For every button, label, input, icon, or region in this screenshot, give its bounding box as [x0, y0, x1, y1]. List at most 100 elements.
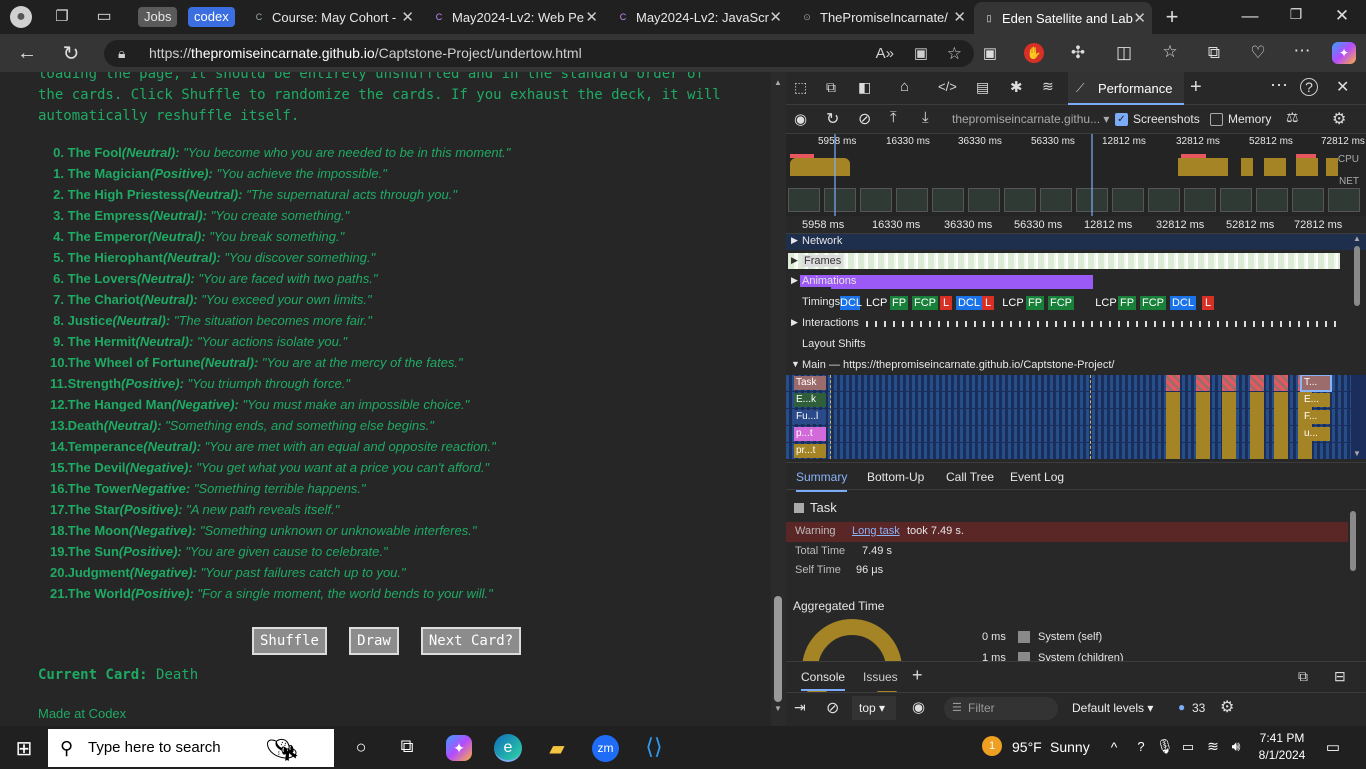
media-icon[interactable]: ▣ — [980, 44, 1000, 62]
volume-icon[interactable]: 🔊︎ — [1226, 738, 1246, 755]
timing-marker[interactable]: FCP — [1140, 296, 1166, 310]
log-levels-select[interactable]: Default levels ▾ — [1072, 701, 1153, 715]
toggle-sidebar-icon[interactable]: ◧ — [858, 79, 871, 96]
tab-github-repo[interactable]: ⊙ ThePromiseIncarnate/ ✕ — [792, 4, 972, 30]
vscode-icon[interactable]: ⟨⟩ — [640, 734, 668, 760]
zoom-icon[interactable]: zm — [592, 735, 619, 762]
shuffle-button[interactable]: Shuffle — [252, 627, 327, 655]
selection-right-handle[interactable] — [1091, 134, 1093, 216]
tab-eden-satellite[interactable]: ▯ Eden Satellite and Lab ✕ — [974, 2, 1152, 34]
selected-flame-entry[interactable]: E... — [1302, 393, 1330, 407]
clear-icon[interactable]: ⊘ — [858, 109, 871, 129]
back-icon[interactable]: ← — [16, 42, 38, 65]
selected-flame-entry[interactable]: T... — [1300, 375, 1332, 392]
welcome-home-icon[interactable]: ⌂ — [900, 78, 909, 95]
track-expand-icon[interactable]: ▶ — [791, 275, 798, 286]
screenshots-checkbox[interactable]: ✓ — [1115, 113, 1128, 126]
timing-marker[interactable]: DCL — [956, 296, 982, 310]
flame-entry-label[interactable]: Task — [794, 376, 826, 390]
clear-console-icon[interactable]: ⊘ — [826, 698, 839, 718]
capture-settings-icon[interactable]: ⚙ — [1332, 109, 1346, 129]
new-tab-icon[interactable]: + — [1162, 4, 1182, 30]
tab-course[interactable]: C Course: May Cohort - ✕ — [240, 4, 420, 30]
main-flame-chart[interactable]: Task E...k Fu...l p...t pr...t T... E... F... u.… — [786, 375, 1366, 459]
long-task-block[interactable] — [1274, 392, 1288, 459]
copilot-taskbar-icon[interactable]: ✦ — [446, 735, 472, 761]
flame-entry-label[interactable]: pr...t — [794, 444, 826, 458]
track-collapse-icon[interactable]: ▼ — [791, 359, 800, 369]
long-task-block[interactable] — [1196, 392, 1210, 459]
selected-flame-entry[interactable]: F... — [1302, 410, 1330, 424]
inspect-element-icon[interactable]: ⬚ — [794, 79, 807, 96]
close-window-icon[interactable]: ✕ — [1332, 6, 1352, 26]
console-settings-icon[interactable]: ⚙ — [1220, 697, 1234, 717]
split-screen-icon[interactable]: ◫ — [1114, 43, 1134, 63]
track-expand-icon[interactable]: ▶ — [791, 255, 798, 266]
track-network[interactable]: ▶ Network — [786, 234, 1366, 250]
track-layout-shifts[interactable]: Layout Shifts — [786, 336, 1366, 354]
timing-marker[interactable]: FP — [1118, 296, 1136, 310]
address-input[interactable]: 🔒︎ https://thepromiseincarnate.github.io… — [104, 40, 974, 67]
scroll-down-icon[interactable]: ▼ — [774, 704, 782, 713]
flame-entry-label[interactable]: p...t — [794, 427, 826, 441]
tab-actions-icon[interactable]: ▭ — [94, 6, 114, 26]
tab-group-codex[interactable]: codex — [188, 7, 235, 27]
selection-left-handle[interactable] — [834, 134, 836, 216]
issues-count[interactable]: 33 — [1192, 701, 1205, 715]
dock-icon[interactable]: ⧉ — [1298, 668, 1308, 685]
details-tab-summary[interactable]: Summary — [796, 470, 848, 492]
selected-flame-entry[interactable]: u... — [1302, 427, 1330, 441]
collections-icon[interactable]: ⧉ — [1204, 43, 1224, 63]
timing-marker[interactable]: FCP — [1048, 296, 1074, 310]
profile-avatar-icon[interactable]: ● — [10, 6, 32, 28]
details-tab-event-log[interactable]: Event Log — [1010, 470, 1064, 484]
record-icon[interactable]: ◉ — [794, 110, 807, 128]
close-tab-icon[interactable]: ✕ — [953, 8, 966, 26]
favorites-icon[interactable]: ☆ — [1160, 42, 1180, 62]
more-tools-plus-icon[interactable]: + — [1190, 76, 1202, 99]
flame-entry-label[interactable]: Fu...l — [794, 410, 826, 424]
elements-icon[interactable]: </> — [938, 79, 957, 94]
file-explorer-icon[interactable]: ▰ — [544, 736, 570, 761]
close-drawer-icon[interactable]: ⊟ — [1334, 668, 1346, 685]
close-tab-icon[interactable]: ✕ — [585, 8, 598, 26]
task-view-icon[interactable]: ⧉ — [396, 736, 418, 757]
refresh-icon[interactable]: ↻ — [60, 41, 82, 66]
timing-marker[interactable]: LCP — [1000, 296, 1026, 310]
upload-icon[interactable]: ⤒ — [890, 109, 897, 126]
tab-group-jobs[interactable]: Jobs — [138, 7, 178, 27]
context-select[interactable]: top ▾ — [852, 696, 896, 720]
tray-help-icon[interactable]: ? — [1132, 739, 1150, 754]
timing-marker[interactable]: FP — [890, 296, 908, 310]
device-toolbar-icon[interactable]: ⧉ — [826, 79, 836, 96]
track-expand-icon[interactable]: ▶ — [791, 317, 798, 328]
timing-marker[interactable]: L — [1202, 296, 1214, 310]
long-task-link[interactable]: Long task — [852, 525, 900, 537]
track-main-header[interactable]: ▼ Main — https://thepromiseincarnate.git… — [786, 357, 1366, 375]
drawer-tab-console[interactable]: Console — [801, 670, 846, 691]
long-task-block[interactable] — [1166, 392, 1180, 459]
restore-icon[interactable]: ❐ — [1286, 6, 1306, 23]
weather-widget[interactable]: 1 95°F Sunny — [982, 736, 1092, 762]
track-timings[interactable]: Timings DCL LCP FP FCP L DCL L LCP FP FCP LCP FP FCP… — [786, 294, 1366, 312]
tab-javascript[interactable]: C May2024-Lv2: JavaScr ✕ — [608, 4, 788, 30]
timing-marker[interactable]: L — [940, 296, 952, 310]
workspaces-icon[interactable]: ❐ — [52, 7, 72, 27]
minimize-icon[interactable]: — — [1240, 6, 1260, 26]
page-scrollbar[interactable]: ▲ ▼ — [771, 72, 786, 726]
recording-select[interactable]: thepromiseincarnate.githu... ▾ — [952, 112, 1109, 126]
live-expression-eye-icon[interactable]: ◉ — [912, 698, 925, 716]
timing-marker[interactable]: FCP — [912, 296, 938, 310]
close-tab-icon[interactable]: ✕ — [1133, 9, 1146, 27]
console-filter-input[interactable]: ☰ Filter — [944, 697, 1058, 720]
help-icon[interactable]: ? — [1300, 78, 1318, 96]
track-interactions[interactable]: ▶ Interactions — [786, 315, 1366, 333]
timeline-overview[interactable]: 5958 ms 16330 ms 36330 ms 56330 ms 12812 ms 3… — [786, 134, 1366, 216]
lock-icon[interactable]: 🔒︎ — [118, 40, 125, 67]
console-icon[interactable]: ▤ — [976, 79, 989, 96]
reload-profile-icon[interactable]: ↻ — [826, 109, 839, 129]
timing-marker[interactable]: L — [982, 296, 994, 310]
taskbar-clock[interactable]: 7:41 PM 8/1/2024 — [1252, 730, 1312, 764]
add-drawer-tab-icon[interactable]: + — [912, 665, 923, 686]
close-devtools-icon[interactable]: ✕ — [1336, 77, 1349, 97]
